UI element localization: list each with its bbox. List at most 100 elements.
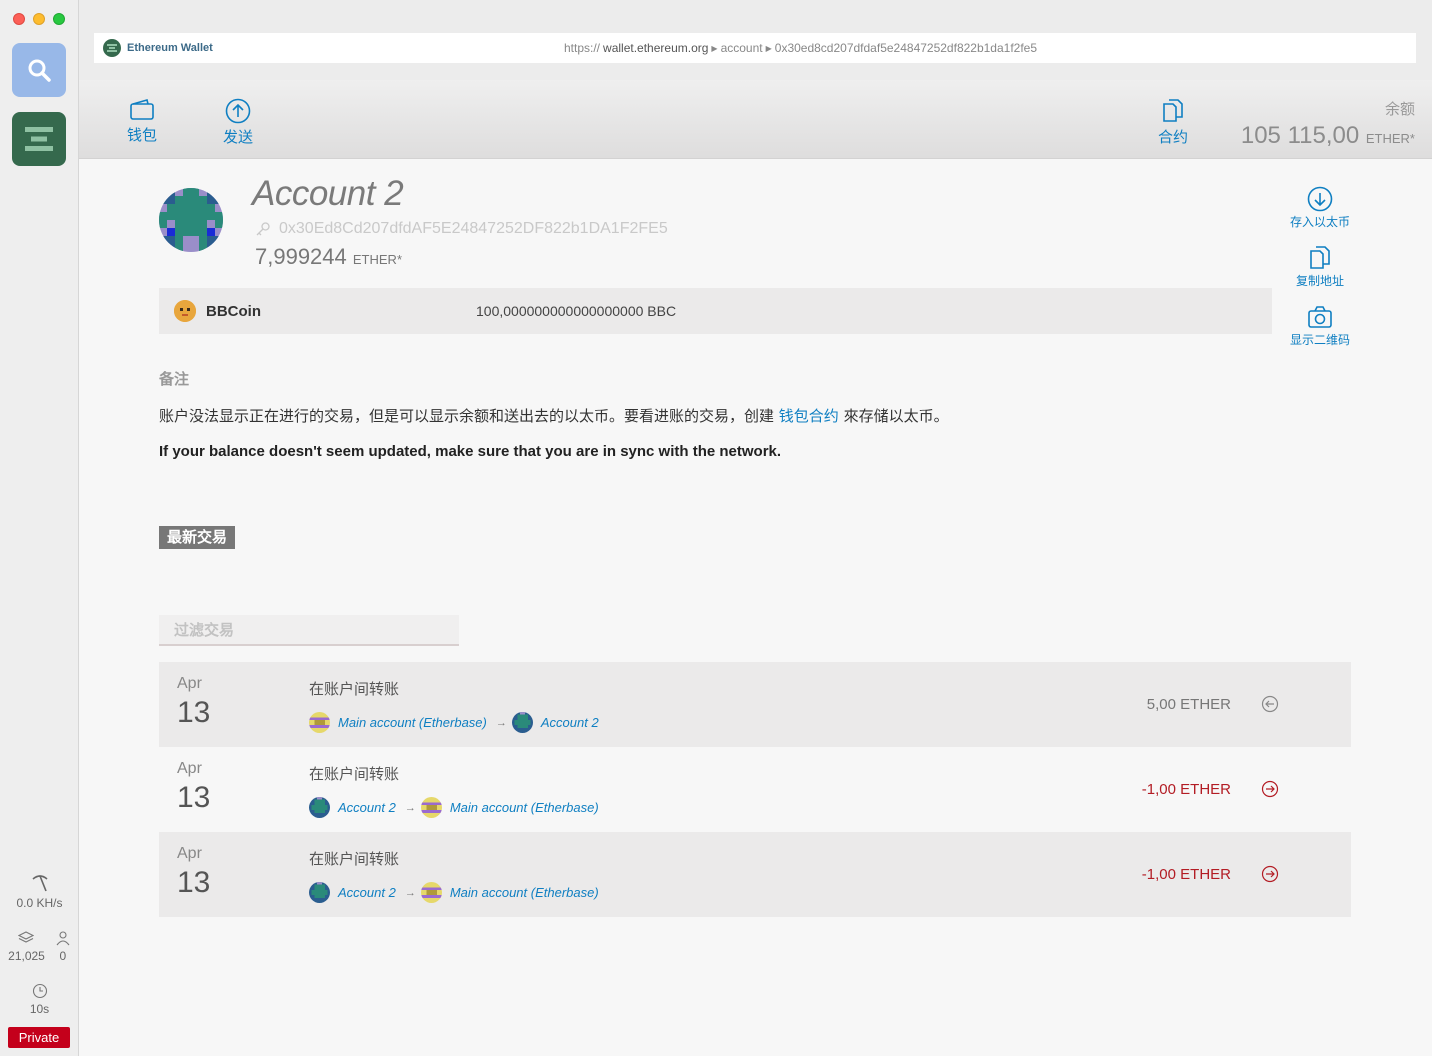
peer-count: 0 bbox=[59, 949, 67, 963]
account-address[interactable]: 0x30Ed8Cd207dfdAF5E24847252DF822b1DA1F2F… bbox=[279, 220, 668, 238]
hashrate-value: 0.0 KH/s bbox=[16, 896, 63, 910]
tx-title: 在账户间转账 bbox=[309, 765, 400, 783]
tx-month: Apr bbox=[177, 845, 202, 862]
copy-address-label: 复制地址 bbox=[1295, 274, 1344, 288]
clock-icon bbox=[32, 983, 47, 999]
close-window-button[interactable] bbox=[13, 13, 25, 25]
account-name: Account 2 bbox=[252, 174, 404, 213]
account-2-identicon bbox=[309, 797, 330, 818]
transaction-row[interactable]: Apr 13 在账户间转账 Account 2 → Main account (… bbox=[159, 832, 1351, 917]
nav-contracts-label: 合约 bbox=[1158, 128, 1189, 146]
breadcrumb-address: 0x30ed8cd207dfdaf5e24847252df822b1da1f2f… bbox=[774, 41, 1038, 55]
total-balance: 余额 105 115,00 ETHER* bbox=[1241, 98, 1415, 150]
tx-month: Apr bbox=[177, 760, 202, 777]
main-account-identicon bbox=[420, 882, 442, 903]
network-badge: Private bbox=[8, 1027, 70, 1048]
latest-transactions-heading: 最新交易 bbox=[159, 526, 236, 549]
tx-amount: 5,00 ETHER bbox=[1146, 696, 1231, 713]
contracts-icon bbox=[1163, 99, 1183, 122]
balance-label: 余额 bbox=[1384, 100, 1415, 118]
show-qr-button[interactable]: 显示二维码 bbox=[1282, 304, 1358, 348]
wallet-icon bbox=[130, 99, 154, 120]
tx-from-link[interactable]: Account 2 bbox=[338, 885, 396, 900]
tx-from-link[interactable]: Account 2 bbox=[338, 800, 396, 815]
url-host: wallet.ethereum.org bbox=[603, 41, 709, 55]
tx-parties: Account 2 → Main account (Etherbase) bbox=[309, 882, 603, 903]
tx-to-link[interactable]: Main account (Etherbase) bbox=[450, 885, 599, 900]
nav-wallet-label: 钱包 bbox=[127, 126, 158, 144]
last-block-time: 10s bbox=[29, 1002, 50, 1016]
account-balance-unit: ETHER* bbox=[352, 252, 403, 267]
deposit-ether-button[interactable]: 存入以太币 bbox=[1282, 186, 1358, 230]
account-address-row: 0x30Ed8Cd207dfdAF5E24847252DF822b1DA1F2F… bbox=[255, 220, 668, 238]
token-name: BBCoin bbox=[206, 302, 261, 320]
notes-text-before: 账户没法显示正在进行的交易，但是可以显示余额和送出去的以太币。要看进账的交易，创… bbox=[159, 407, 775, 425]
main-account-identicon bbox=[420, 797, 442, 818]
account-balance: 7,999244 ETHER* bbox=[255, 244, 402, 270]
url-path: https://wallet.ethereum.org ▶ account ▶ … bbox=[564, 41, 1037, 55]
url-bar[interactable]: Ethereum Wallet https://wallet.ethereum.… bbox=[94, 33, 1416, 63]
copy-address-button[interactable]: 复制地址 bbox=[1282, 245, 1358, 289]
url-scheme: https:// bbox=[564, 41, 601, 55]
breadcrumb-account[interactable]: account bbox=[721, 41, 763, 55]
tx-day: 13 bbox=[177, 696, 211, 729]
tx-from-link[interactable]: Main account (Etherbase) bbox=[338, 715, 487, 730]
browser-tab-search[interactable] bbox=[12, 43, 66, 97]
balance-amount: 105 115,00 ETHER* bbox=[1241, 122, 1415, 150]
bbcoin-token-icon bbox=[174, 300, 196, 322]
nav-contracts-button[interactable]: 合约 bbox=[1158, 98, 1188, 147]
app-name: Ethereum Wallet bbox=[127, 42, 213, 54]
tx-title: 在账户间转账 bbox=[309, 680, 400, 698]
key-icon bbox=[256, 222, 270, 236]
tx-to-link[interactable]: Main account (Etherbase) bbox=[450, 800, 599, 815]
block-number: 21,025 bbox=[8, 949, 45, 963]
tx-to-link[interactable]: Account 2 bbox=[541, 715, 599, 730]
zoom-window-button[interactable] bbox=[53, 13, 65, 25]
nav-send-button[interactable]: 发送 bbox=[223, 98, 253, 147]
show-qr-label: 显示二维码 bbox=[1289, 333, 1350, 347]
tx-title: 在账户间转账 bbox=[309, 850, 400, 868]
breadcrumb-arrow-icon: ▶ bbox=[765, 43, 772, 53]
arrow-right-icon: → bbox=[404, 886, 416, 899]
tx-day: 13 bbox=[177, 866, 211, 899]
url-app-label: Ethereum Wallet bbox=[94, 39, 564, 57]
incoming-arrow-icon bbox=[1261, 695, 1279, 713]
filter-transactions-input[interactable] bbox=[159, 615, 459, 646]
tx-amount: -1,00 ETHER bbox=[1141, 781, 1231, 798]
arrow-right-icon: → bbox=[495, 716, 507, 729]
tx-amount: -1,00 ETHER bbox=[1141, 866, 1231, 883]
balance-value: 105 115,00 bbox=[1240, 122, 1360, 149]
mining-stat: 0.0 KH/s bbox=[0, 873, 79, 910]
token-balance-row[interactable]: BBCoin 100,000000000000000000 BBC bbox=[159, 288, 1272, 334]
transaction-row[interactable]: Apr 13 在账户间转账 Account 2 → Main account (… bbox=[159, 747, 1351, 832]
browser-chrome: Ethereum Wallet https://wallet.ethereum.… bbox=[79, 0, 1432, 80]
nav-send-label: 发送 bbox=[223, 128, 254, 146]
send-arrow-up-icon bbox=[225, 98, 251, 124]
ethereum-wallet-icon bbox=[103, 39, 121, 57]
peers-icon bbox=[56, 931, 70, 946]
ethereum-wallet-icon bbox=[25, 127, 53, 151]
transaction-row[interactable]: Apr 13 在账户间转账 Main account (Etherbase) →… bbox=[159, 662, 1351, 747]
main-window: Ethereum Wallet https://wallet.ethereum.… bbox=[79, 0, 1432, 1056]
account-2-identicon bbox=[309, 882, 330, 903]
search-icon bbox=[28, 59, 51, 82]
account-identicon bbox=[159, 188, 223, 252]
account-balance-value: 7,999244 bbox=[255, 244, 347, 269]
tx-day: 13 bbox=[177, 781, 211, 814]
token-amount: 100,000000000000000000 BBC bbox=[476, 303, 677, 319]
copy-icon bbox=[1310, 246, 1330, 269]
window-controls bbox=[13, 13, 65, 25]
wallet-tab[interactable] bbox=[12, 112, 66, 166]
app-dock: 0.0 KH/s 21,025 0 10s Private bbox=[0, 0, 79, 1056]
download-arrow-icon bbox=[1307, 186, 1333, 212]
camera-icon bbox=[1308, 306, 1332, 328]
main-account-identicon bbox=[309, 712, 330, 733]
notes-heading: 备注 bbox=[159, 370, 190, 388]
wallet-contract-link[interactable]: 钱包合约 bbox=[779, 407, 839, 425]
minimize-window-button[interactable] bbox=[33, 13, 45, 25]
block-time-stat: 10s bbox=[0, 983, 79, 1016]
arrow-right-icon: → bbox=[404, 801, 416, 814]
nav-wallet-button[interactable]: 钱包 bbox=[127, 98, 157, 145]
tx-parties: Main account (Etherbase) → Account 2 bbox=[309, 712, 603, 733]
account-2-identicon bbox=[511, 712, 533, 733]
